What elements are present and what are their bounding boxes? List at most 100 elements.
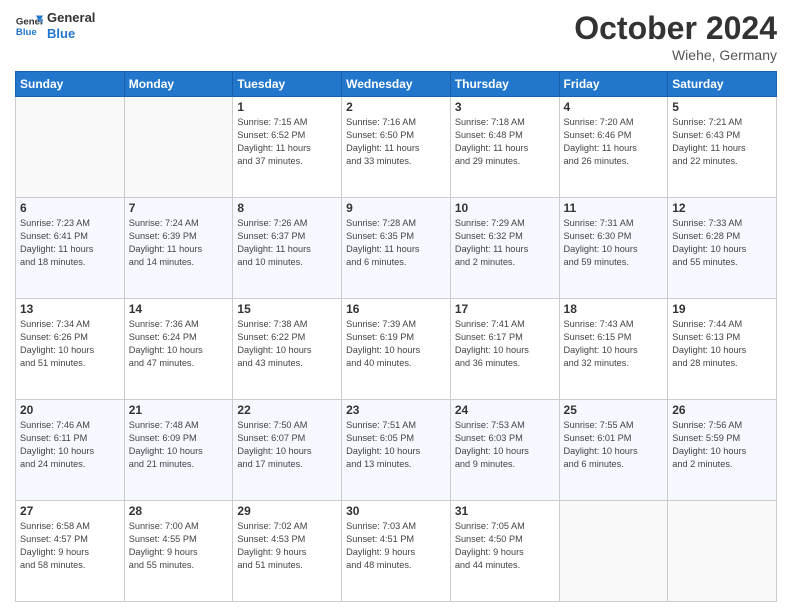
day-info: Sunrise: 7:29 AMSunset: 6:32 PMDaylight:… bbox=[455, 217, 555, 269]
calendar-cell: 6 Sunrise: 7:23 AMSunset: 6:41 PMDaylight… bbox=[16, 198, 125, 299]
day-info: Sunrise: 7:53 AMSunset: 6:03 PMDaylight:… bbox=[455, 419, 555, 471]
calendar-table: SundayMondayTuesdayWednesdayThursdayFrid… bbox=[15, 71, 777, 602]
calendar-cell: 1Sunrise: 7:15 AMSunset: 6:52 PMDaylight… bbox=[233, 97, 342, 198]
day-info: Sunrise: 7:24 AMSunset: 6:39 PMDaylight:… bbox=[129, 217, 229, 269]
day-number: 2 bbox=[346, 100, 446, 114]
calendar-cell: 4 Sunrise: 7:20 AMSunset: 6:46 PMDaylight… bbox=[559, 97, 668, 198]
column-header-sunday: Sunday bbox=[16, 72, 125, 97]
calendar-cell: 18 Sunrise: 7:43 AMSunset: 6:15 PMDayligh… bbox=[559, 299, 668, 400]
logo-icon: General Blue bbox=[15, 12, 43, 40]
day-number: 18 bbox=[564, 302, 664, 316]
calendar-cell: 8 Sunrise: 7:26 AMSunset: 6:37 PMDaylight… bbox=[233, 198, 342, 299]
day-info: Sunrise: 7:39 AMSunset: 6:19 PMDaylight:… bbox=[346, 318, 446, 370]
day-number: 25 bbox=[564, 403, 664, 417]
calendar-cell: 26 Sunrise: 7:56 AMSunset: 5:59 PMDayligh… bbox=[668, 400, 777, 501]
calendar-cell: 14Sunrise: 7:36 AMSunset: 6:24 PMDayligh… bbox=[124, 299, 233, 400]
calendar-cell: 5 Sunrise: 7:21 AMSunset: 6:43 PMDaylight… bbox=[668, 97, 777, 198]
calendar-cell: 20 Sunrise: 7:46 AMSunset: 6:11 PMDayligh… bbox=[16, 400, 125, 501]
calendar-cell: 23 Sunrise: 7:51 AMSunset: 6:05 PMDayligh… bbox=[342, 400, 451, 501]
title-block: October 2024 Wiehe, Germany bbox=[574, 10, 777, 63]
column-header-thursday: Thursday bbox=[450, 72, 559, 97]
day-info: Sunrise: 7:44 AMSunset: 6:13 PMDaylight:… bbox=[672, 318, 772, 370]
day-info: Sunrise: 6:58 AMSunset: 4:57 PMDaylight:… bbox=[20, 520, 120, 572]
day-number: 11 bbox=[564, 201, 664, 215]
day-info: Sunrise: 7:31 AMSunset: 6:30 PMDaylight:… bbox=[564, 217, 664, 269]
day-info: Sunrise: 7:46 AMSunset: 6:11 PMDaylight:… bbox=[20, 419, 120, 471]
calendar-cell: 29Sunrise: 7:02 AMSunset: 4:53 PMDayligh… bbox=[233, 501, 342, 602]
month-title: October 2024 bbox=[574, 10, 777, 47]
day-number: 16 bbox=[346, 302, 446, 316]
day-info: Sunrise: 7:55 AMSunset: 6:01 PMDaylight:… bbox=[564, 419, 664, 471]
day-number: 30 bbox=[346, 504, 446, 518]
calendar-cell: 28 Sunrise: 7:00 AMSunset: 4:55 PMDayligh… bbox=[124, 501, 233, 602]
day-number: 19 bbox=[672, 302, 772, 316]
calendar-cell: 10 Sunrise: 7:29 AMSunset: 6:32 PMDayligh… bbox=[450, 198, 559, 299]
day-info: Sunrise: 7:43 AMSunset: 6:15 PMDaylight:… bbox=[564, 318, 664, 370]
week-row-3: 13 Sunrise: 7:34 AMSunset: 6:26 PMDayligh… bbox=[16, 299, 777, 400]
day-number: 20 bbox=[20, 403, 120, 417]
column-header-monday: Monday bbox=[124, 72, 233, 97]
day-info: Sunrise: 7:05 AMSunset: 4:50 PMDaylight:… bbox=[455, 520, 555, 572]
day-headers-row: SundayMondayTuesdayWednesdayThursdayFrid… bbox=[16, 72, 777, 97]
column-header-saturday: Saturday bbox=[668, 72, 777, 97]
day-number: 15 bbox=[237, 302, 337, 316]
day-info: Sunrise: 7:15 AMSunset: 6:52 PMDaylight:… bbox=[237, 116, 337, 168]
logo-text-general: General bbox=[47, 10, 95, 26]
day-info: Sunrise: 7:56 AMSunset: 5:59 PMDaylight:… bbox=[672, 419, 772, 471]
day-number: 26 bbox=[672, 403, 772, 417]
day-info: Sunrise: 7:51 AMSunset: 6:05 PMDaylight:… bbox=[346, 419, 446, 471]
calendar-cell: 3 Sunrise: 7:18 AMSunset: 6:48 PMDaylight… bbox=[450, 97, 559, 198]
day-number: 23 bbox=[346, 403, 446, 417]
day-info: Sunrise: 7:28 AMSunset: 6:35 PMDaylight:… bbox=[346, 217, 446, 269]
day-info: Sunrise: 7:23 AMSunset: 6:41 PMDaylight:… bbox=[20, 217, 120, 269]
calendar-cell: 25 Sunrise: 7:55 AMSunset: 6:01 PMDayligh… bbox=[559, 400, 668, 501]
column-header-friday: Friday bbox=[559, 72, 668, 97]
day-info: Sunrise: 7:26 AMSunset: 6:37 PMDaylight:… bbox=[237, 217, 337, 269]
day-number: 4 bbox=[564, 100, 664, 114]
day-number: 28 bbox=[129, 504, 229, 518]
day-info: Sunrise: 7:21 AMSunset: 6:43 PMDaylight:… bbox=[672, 116, 772, 168]
calendar-cell: 2 Sunrise: 7:16 AMSunset: 6:50 PMDaylight… bbox=[342, 97, 451, 198]
day-number: 21 bbox=[129, 403, 229, 417]
day-info: Sunrise: 7:00 AMSunset: 4:55 PMDaylight:… bbox=[129, 520, 229, 572]
calendar-cell: 9 Sunrise: 7:28 AMSunset: 6:35 PMDaylight… bbox=[342, 198, 451, 299]
week-row-2: 6 Sunrise: 7:23 AMSunset: 6:41 PMDaylight… bbox=[16, 198, 777, 299]
day-number: 9 bbox=[346, 201, 446, 215]
day-info: Sunrise: 7:03 AMSunset: 4:51 PMDaylight:… bbox=[346, 520, 446, 572]
day-number: 6 bbox=[20, 201, 120, 215]
column-header-tuesday: Tuesday bbox=[233, 72, 342, 97]
svg-text:Blue: Blue bbox=[16, 26, 37, 37]
week-row-4: 20 Sunrise: 7:46 AMSunset: 6:11 PMDayligh… bbox=[16, 400, 777, 501]
calendar-cell: 16 Sunrise: 7:39 AMSunset: 6:19 PMDayligh… bbox=[342, 299, 451, 400]
day-info: Sunrise: 7:18 AMSunset: 6:48 PMDaylight:… bbox=[455, 116, 555, 168]
day-info: Sunrise: 7:34 AMSunset: 6:26 PMDaylight:… bbox=[20, 318, 120, 370]
day-number: 13 bbox=[20, 302, 120, 316]
day-number: 31 bbox=[455, 504, 555, 518]
day-info: Sunrise: 7:16 AMSunset: 6:50 PMDaylight:… bbox=[346, 116, 446, 168]
column-header-wednesday: Wednesday bbox=[342, 72, 451, 97]
calendar-cell: 31 Sunrise: 7:05 AMSunset: 4:50 PMDayligh… bbox=[450, 501, 559, 602]
calendar-cell bbox=[559, 501, 668, 602]
day-number: 3 bbox=[455, 100, 555, 114]
page: General Blue General Blue October 2024 W… bbox=[0, 0, 792, 612]
calendar-cell bbox=[124, 97, 233, 198]
day-info: Sunrise: 7:38 AMSunset: 6:22 PMDaylight:… bbox=[237, 318, 337, 370]
calendar-cell: 7Sunrise: 7:24 AMSunset: 6:39 PMDaylight… bbox=[124, 198, 233, 299]
day-number: 10 bbox=[455, 201, 555, 215]
week-row-5: 27Sunrise: 6:58 AMSunset: 4:57 PMDayligh… bbox=[16, 501, 777, 602]
logo: General Blue General Blue bbox=[15, 10, 95, 41]
calendar-cell bbox=[668, 501, 777, 602]
logo-text-blue: Blue bbox=[47, 26, 95, 42]
day-number: 8 bbox=[237, 201, 337, 215]
calendar-cell: 19 Sunrise: 7:44 AMSunset: 6:13 PMDayligh… bbox=[668, 299, 777, 400]
day-number: 17 bbox=[455, 302, 555, 316]
calendar-cell: 15 Sunrise: 7:38 AMSunset: 6:22 PMDayligh… bbox=[233, 299, 342, 400]
day-number: 12 bbox=[672, 201, 772, 215]
day-info: Sunrise: 7:20 AMSunset: 6:46 PMDaylight:… bbox=[564, 116, 664, 168]
day-info: Sunrise: 7:41 AMSunset: 6:17 PMDaylight:… bbox=[455, 318, 555, 370]
calendar-cell: 12Sunrise: 7:33 AMSunset: 6:28 PMDayligh… bbox=[668, 198, 777, 299]
calendar-cell: 27Sunrise: 6:58 AMSunset: 4:57 PMDayligh… bbox=[16, 501, 125, 602]
day-number: 5 bbox=[672, 100, 772, 114]
day-number: 29 bbox=[237, 504, 337, 518]
header: General Blue General Blue October 2024 W… bbox=[15, 10, 777, 63]
